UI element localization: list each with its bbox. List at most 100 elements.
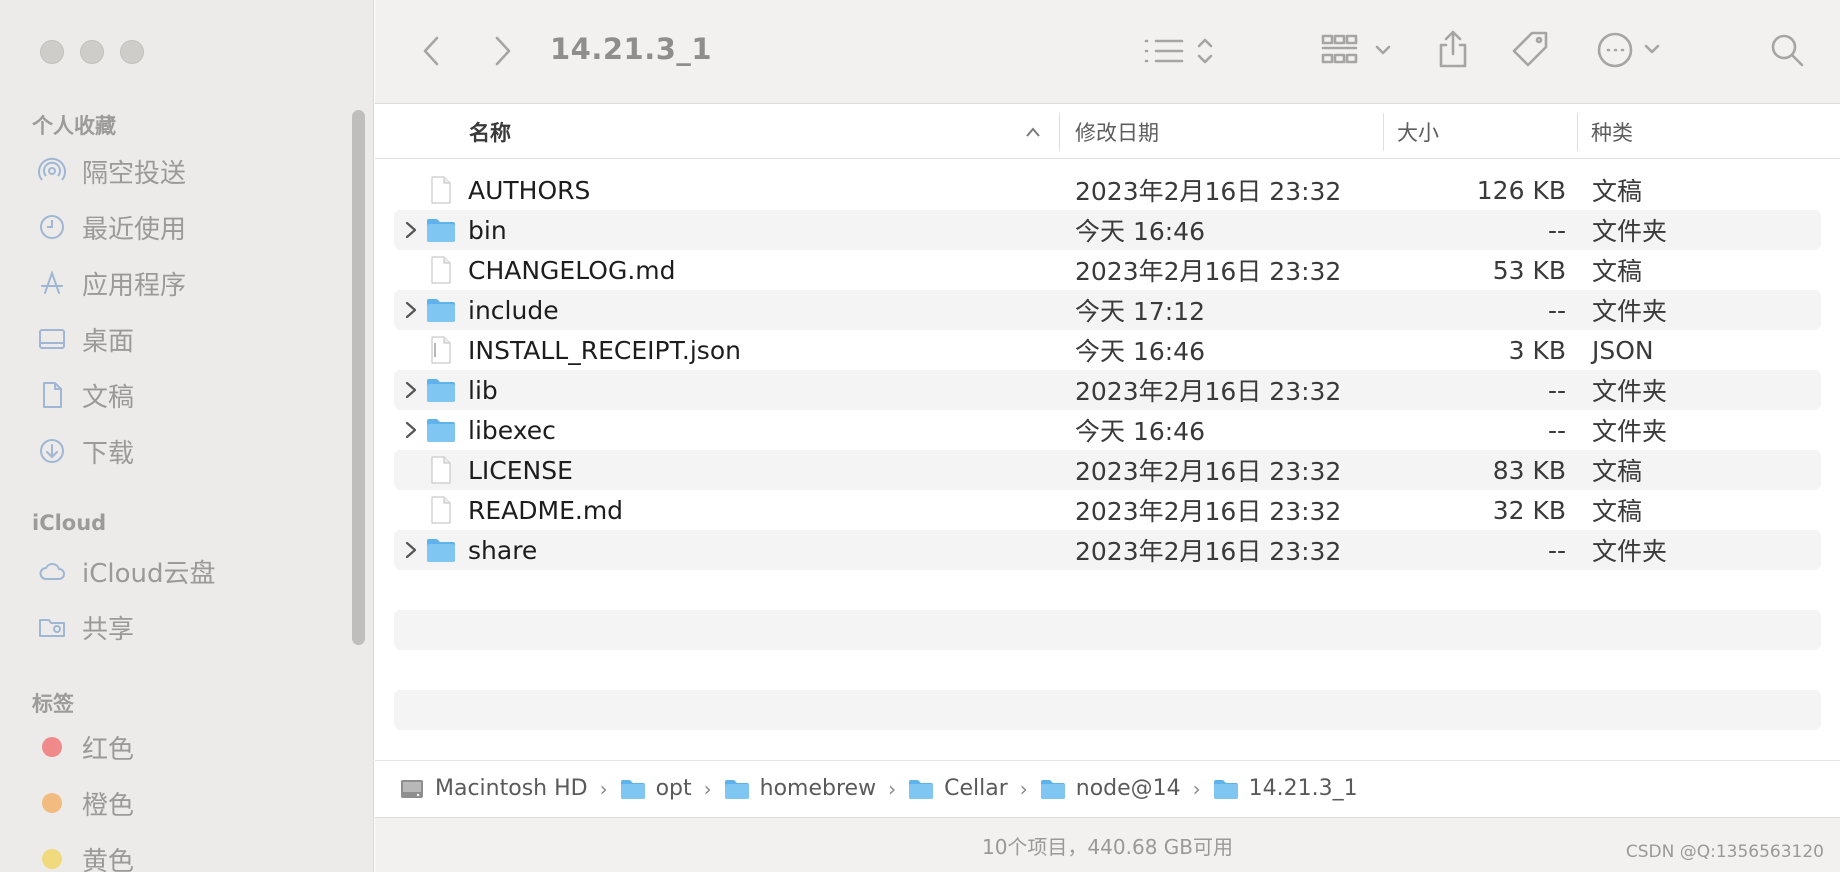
file-row[interactable]: CHANGELOG.md 2023年2月16日 23:32 53 KB 文稿	[394, 250, 1821, 290]
file-row[interactable]: lib 2023年2月16日 23:32 -- 文件夹	[394, 370, 1821, 410]
group-view-button[interactable]	[1320, 28, 1398, 72]
column-divider[interactable]	[1059, 113, 1060, 151]
tags-section-title: 标签	[32, 692, 74, 716]
share-button[interactable]	[1433, 26, 1473, 72]
file-size: 53 KB	[1492, 255, 1566, 285]
chevron-right-icon	[495, 36, 511, 66]
file-kind: 文件夹	[1592, 377, 1668, 406]
path-crumb-label: opt	[655, 776, 692, 801]
file-row[interactable]: bin 今天 16:46 -- 文件夹	[394, 210, 1821, 250]
file-size: --	[1547, 375, 1566, 405]
list-view-button[interactable]	[1141, 30, 1221, 72]
column-divider[interactable]	[1383, 113, 1384, 151]
path-crumb[interactable]: Macintosh HD	[399, 776, 588, 801]
file-row[interactable]: LICENSE 2023年2月16日 23:32 83 KB 文稿	[394, 450, 1821, 490]
sidebar-item-recents[interactable]: 最近使用	[36, 203, 186, 251]
sidebar-item-label: 黄色	[82, 846, 135, 872]
status-bar: 10个项目，440.68 GB可用	[375, 817, 1840, 872]
forward-button[interactable]	[485, 30, 519, 72]
file-kind: 文件夹	[1592, 417, 1668, 446]
tag-dot-icon	[36, 731, 68, 763]
file-row[interactable]: AUTHORS 2023年2月16日 23:32 126 KB 文稿	[394, 170, 1821, 210]
path-crumb-label: Macintosh HD	[435, 776, 588, 801]
grid-icon	[1321, 34, 1391, 64]
sidebar-item-tag-orange[interactable]: 橙色	[36, 779, 134, 827]
toolbar: 14.21.3_1	[375, 0, 1840, 104]
file-date: 2023年2月16日 23:32	[1075, 457, 1342, 486]
path-crumb[interactable]: homebrew	[724, 776, 876, 801]
file-row[interactable]: libexec 今天 16:46 -- 文件夹	[394, 410, 1821, 450]
column-date[interactable]: 修改日期	[1075, 105, 1375, 159]
path-crumb[interactable]: node@14	[1040, 776, 1181, 801]
sidebar-item-shared[interactable]: 共享	[36, 603, 134, 651]
close-window-button[interactable]	[40, 40, 64, 64]
empty-row	[394, 610, 1821, 650]
back-button[interactable]	[415, 30, 449, 72]
file-kind: 文稿	[1592, 457, 1643, 486]
file-kind: 文稿	[1592, 177, 1643, 206]
folder-icon	[620, 779, 645, 799]
desktop-icon	[36, 323, 68, 355]
sidebar-item-tag-red[interactable]: 红色	[36, 723, 134, 771]
column-date-label: 修改日期	[1075, 121, 1159, 145]
column-name[interactable]: 名称	[469, 105, 969, 159]
sidebar-item-applications[interactable]: 应用程序	[36, 259, 186, 307]
column-kind[interactable]: 种类	[1591, 105, 1791, 159]
sidebar-item-airdrop[interactable]: 隔空投送	[36, 147, 186, 195]
file-name: AUTHORS	[468, 175, 591, 205]
file-row[interactable]: share 2023年2月16日 23:32 -- 文件夹	[394, 530, 1821, 570]
path-crumb[interactable]: Cellar	[908, 776, 1008, 801]
disclosure-triangle-icon[interactable]	[402, 539, 420, 561]
disclosure-triangle-icon[interactable]	[402, 219, 420, 241]
file-name: libexec	[468, 415, 556, 445]
sidebar-scrollbar[interactable]	[352, 110, 365, 645]
watermark: CSDN @Q:1356563120	[1625, 842, 1824, 862]
tag-button[interactable]	[1509, 28, 1553, 72]
folder-icon	[724, 779, 749, 799]
sidebar-item-label: 隔空投送	[82, 158, 187, 189]
sort-ascending-icon	[1026, 127, 1040, 137]
minimize-window-button[interactable]	[80, 40, 104, 64]
file-name: bin	[468, 215, 507, 245]
sidebar-item-label: 橙色	[82, 790, 135, 821]
zoom-window-button[interactable]	[120, 40, 144, 64]
path-crumb-label: Cellar	[944, 776, 1008, 801]
path-crumb[interactable]: opt	[620, 776, 692, 801]
file-name: INSTALL_RECEIPT.json	[468, 335, 741, 365]
search-button[interactable]	[1765, 28, 1809, 72]
file-date: 2023年2月16日 23:32	[1075, 377, 1342, 406]
file-date: 2023年2月16日 23:32	[1075, 177, 1342, 206]
file-row[interactable]: INSTALL_RECEIPT.json 今天 16:46 3 KB JSON	[394, 330, 1821, 370]
chevron-left-icon	[423, 36, 439, 66]
favorites-section-title: 个人收藏	[32, 114, 116, 138]
sidebar-item-downloads[interactable]: 下载	[36, 427, 134, 475]
path-separator-icon: ›	[888, 776, 897, 801]
sidebar-item-label: 桌面	[82, 326, 135, 357]
search-icon	[1771, 34, 1804, 67]
sidebar-item-tag-yellow[interactable]: 黄色	[36, 835, 134, 872]
shared-folder-icon	[36, 611, 68, 643]
column-size[interactable]: 大小	[1397, 105, 1547, 159]
column-size-label: 大小	[1397, 121, 1439, 145]
sidebar-item-desktop[interactable]: 桌面	[36, 315, 134, 363]
file-icon	[431, 496, 451, 524]
sidebar-item-label: 红色	[82, 734, 135, 765]
sidebar-item-documents[interactable]: 文稿	[36, 371, 134, 419]
disclosure-triangle-icon[interactable]	[402, 299, 420, 321]
column-name-label: 名称	[469, 121, 511, 145]
disclosure-triangle-icon[interactable]	[402, 379, 420, 401]
more-actions-button[interactable]	[1595, 28, 1667, 72]
file-row[interactable]: include 今天 17:12 -- 文件夹	[394, 290, 1821, 330]
column-header: 名称 修改日期 大小 种类	[375, 105, 1840, 159]
disclosure-triangle-icon[interactable]	[402, 419, 420, 441]
share-icon	[1439, 30, 1467, 68]
path-crumb[interactable]: 14.21.3_1	[1213, 776, 1358, 801]
sidebar-item-label: 最近使用	[82, 214, 187, 245]
path-crumb-label: node@14	[1075, 776, 1181, 801]
file-size: --	[1547, 535, 1566, 565]
file-row[interactable]: README.md 2023年2月16日 23:32 32 KB 文稿	[394, 490, 1821, 530]
sidebar-item-label: 应用程序	[82, 270, 187, 301]
sidebar-item-icloud-drive[interactable]: iCloud云盘	[36, 547, 216, 595]
column-divider[interactable]	[1577, 113, 1578, 151]
sidebar-item-label: iCloud云盘	[82, 558, 216, 589]
